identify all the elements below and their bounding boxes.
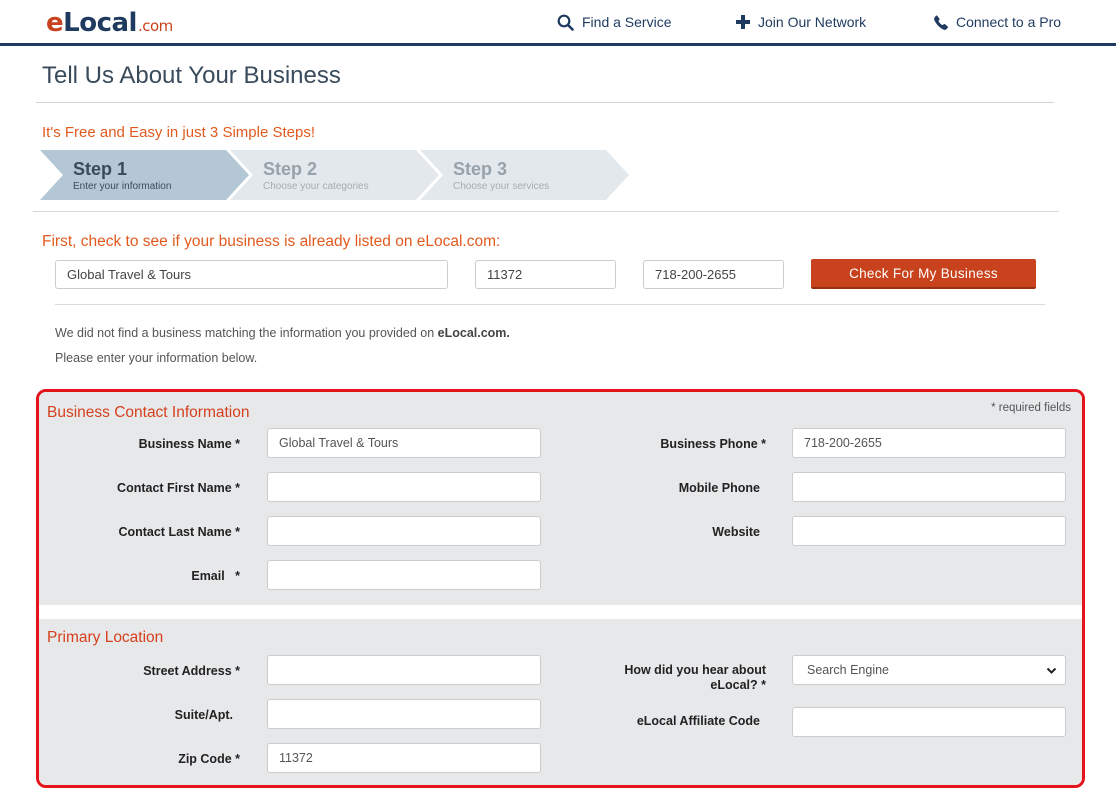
step-2-title: Step 2 [263,159,318,179]
step-1-title: Step 1 [73,159,128,179]
step-2-subtitle: Choose your categories [263,181,369,192]
step-1: Step 1 Enter your information [40,150,250,200]
nav-find-label: Find a Service [582,14,672,30]
suite-apt-input[interactable] [267,699,541,729]
step-3: Step 3 Choose your services [420,150,630,200]
street-address-label: Street Address * [143,664,240,678]
how-did-you-hear-select[interactable]: Search Engine [792,655,1066,685]
enter-info-notice: Please enter your information below. [55,351,258,365]
contact-last-name-input[interactable] [267,516,541,546]
location-section-title: Primary Location [47,629,164,646]
mobile-phone-input[interactable] [792,472,1066,502]
divider [36,102,1054,103]
site-header: eLocal.com Find a Service Join Our Netwo… [0,0,1116,46]
logo-e: e [46,8,64,38]
step-progress: Step 3 Choose your services Step 2 Choos… [40,150,640,202]
step-2: Step 2 Choose your categories [230,150,440,200]
how-did-you-hear-label-line2: eLocal? * [710,678,766,692]
step-2-arrow [230,150,440,200]
check-zip-input[interactable] [475,260,616,289]
street-address-input[interactable] [267,655,541,685]
contact-first-name-input[interactable] [267,472,541,502]
nav-connect-to-a-pro[interactable]: Connect to a Pro [934,13,1061,31]
email-input[interactable] [267,560,541,590]
notice-text: We did not find a business matching the … [55,326,438,340]
step-3-title: Step 3 [453,159,508,179]
business-name-label: Business Name * [138,437,240,451]
step-1-arrow [40,150,249,200]
zip-code-input[interactable] [267,743,541,773]
nav-find-a-service[interactable]: Find a Service [557,13,671,31]
how-did-you-hear-label: How did you hear about eLocal? * [599,663,766,693]
affiliate-code-label: eLocal Affiliate Code [636,714,760,728]
business-phone-label: Business Phone * [660,437,766,451]
zip-code-label: Zip Code * [178,752,240,766]
divider [55,304,1045,305]
primary-location-section: Primary Location Street Address * Suite/… [39,619,1082,785]
step-3-subtitle: Choose your services [453,181,550,192]
business-phone-input[interactable] [792,428,1066,458]
divider [33,211,1059,212]
business-form-panel: Business Contact Information * required … [36,389,1085,788]
nav-join-label: Join Our Network [758,14,867,30]
required-fields-note: * required fields [991,402,1071,414]
contact-first-name-label: Contact First Name * [117,481,240,495]
phone-icon [934,15,948,30]
step-1-subtitle: Enter your information [73,181,172,192]
check-phone-input[interactable] [643,260,784,289]
how-did-you-hear-label-line1: How did you hear about [624,663,766,677]
contact-section: Business Contact Information * required … [39,392,1082,605]
contact-last-name-label: Contact Last Name * [118,525,240,539]
check-business-name-input[interactable] [55,260,448,289]
search-icon [557,14,574,31]
website-label: Website [712,525,760,539]
step-3-arrow [420,150,629,200]
not-found-notice: We did not find a business matching the … [55,326,510,340]
logo-com: .com [137,17,173,35]
website-input[interactable] [792,516,1066,546]
check-for-my-business-button[interactable]: Check For My Business [811,259,1036,289]
page-title: Tell Us About Your Business [42,62,341,89]
chevron-down-icon [1046,667,1057,674]
how-did-you-hear-selected: Search Engine [807,663,890,677]
nav-join-our-network[interactable]: Join Our Network [736,13,866,31]
steps-intro: It's Free and Easy in just 3 Simple Step… [42,124,315,141]
plus-icon [736,15,750,29]
email-label: Email * [191,569,240,583]
affiliate-code-input[interactable] [792,707,1066,737]
mobile-phone-label: Mobile Phone [678,481,760,495]
suite-apt-label: Suite/Apt. [174,708,233,722]
contact-section-title: Business Contact Information [47,404,250,421]
notice-brand: eLocal.com. [437,326,510,340]
elocal-logo[interactable]: eLocal.com [46,8,173,38]
logo-local: Local [63,8,137,38]
nav-connect-label: Connect to a Pro [956,14,1062,30]
check-heading: First, check to see if your business is … [42,233,501,250]
business-name-input[interactable] [267,428,541,458]
